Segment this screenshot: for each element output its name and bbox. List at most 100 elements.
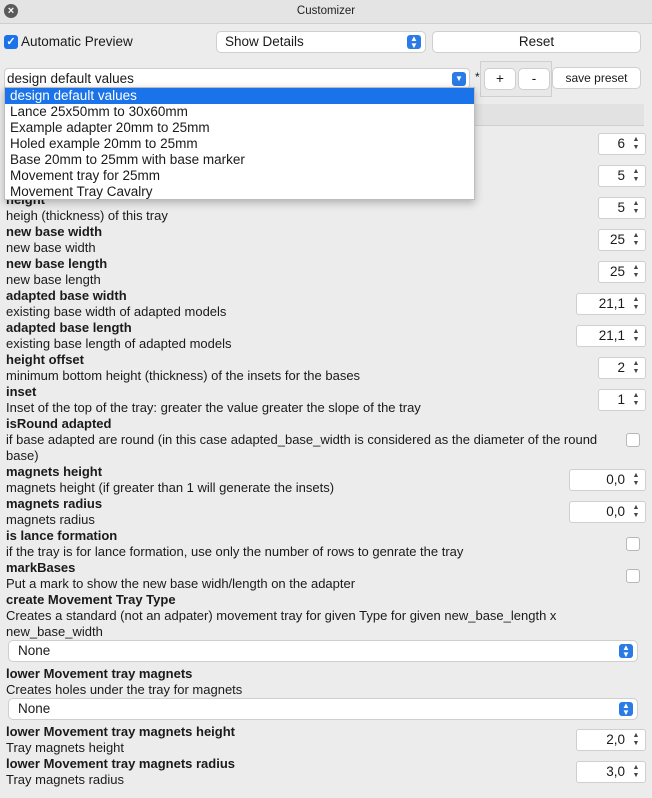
param-row-inset: inset Inset of the top of the tray: grea… [6, 384, 646, 416]
adapted-base-width-field[interactable]: 21,1 ▲ ▼ [576, 293, 646, 315]
preset-option[interactable]: Holed example 20mm to 25mm [5, 136, 474, 152]
preset-option[interactable]: Lance 25x50mm to 30x60mm [5, 104, 474, 120]
save-preset-button[interactable]: save preset [552, 67, 641, 89]
param-value: 1 [617, 392, 625, 407]
stepper-icon[interactable]: ▲ ▼ [630, 200, 642, 216]
param-row-lower-magnets: lower Movement tray magnets Creates hole… [6, 666, 646, 698]
parameter-tabs [474, 104, 644, 126]
stepper-icon[interactable]: ▲ ▼ [630, 392, 642, 408]
stepper-icon[interactable]: ▲ ▼ [630, 732, 642, 748]
param-desc: Creates a standard (not an adpater) move… [6, 608, 557, 639]
preset-select-value: design default values [7, 71, 134, 86]
details-select-value: Show Details [225, 34, 304, 49]
magnets-height-field[interactable]: 0,0 ▲ ▼ [569, 469, 646, 491]
height-offset-field[interactable]: 2 ▲ ▼ [598, 357, 646, 379]
stepper-icon[interactable]: ▲ ▼ [630, 232, 642, 248]
param-name: create Movement Tray Type [6, 592, 176, 607]
param-row-is-round: isRound adapted if base adapted are roun… [6, 416, 646, 464]
param-desc: Creates holes under the tray for magnets [6, 682, 243, 697]
preset-option[interactable]: design default values [5, 88, 474, 104]
preset-select[interactable]: design default values ▼ [4, 68, 470, 89]
param-desc: magnets height (if greater than 1 will g… [6, 480, 335, 495]
chevron-updown-icon: ▲ ▼ [619, 702, 633, 717]
param-number-field[interactable]: 6 ▲ ▼ [598, 133, 646, 155]
param-row-lance-formation: is lance formation if the tray is for la… [6, 528, 646, 560]
param-row-tray-type: create Movement Tray Type Creates a stan… [6, 592, 646, 640]
stepper-icon[interactable]: ▲ ▼ [630, 136, 642, 152]
lower-magnets-height-field[interactable]: 2,0 ▲ ▼ [576, 729, 646, 751]
lower-magnets-select-value: None [18, 701, 51, 716]
reset-button[interactable]: Reset [432, 31, 641, 53]
param-row-lower-magnets-height: lower Movement tray magnets height Tray … [6, 724, 646, 756]
param-row-mark-bases: markBases Put a mark to show the new bas… [6, 560, 646, 592]
preset-option[interactable]: Base 20mm to 25mm with base marker [5, 152, 474, 168]
preset-option[interactable]: Movement tray for 25mm [5, 168, 474, 184]
mark-bases-checkbox[interactable] [626, 569, 640, 583]
stepper-icon[interactable]: ▲ ▼ [630, 328, 642, 344]
inset-field[interactable]: 1 ▲ ▼ [598, 389, 646, 411]
is-round-checkbox[interactable] [626, 433, 640, 447]
new-base-width-field[interactable]: 25 ▲ ▼ [598, 229, 646, 251]
stepper-icon[interactable]: ▲ ▼ [630, 472, 642, 488]
param-value: 2,0 [606, 732, 625, 747]
tray-type-select-value: None [18, 643, 51, 658]
param-desc: existing base width of adapted models [6, 304, 227, 319]
adapted-base-length-field[interactable]: 21,1 ▲ ▼ [576, 325, 646, 347]
stepper-icon[interactable]: ▲ ▼ [630, 504, 642, 520]
magnets-radius-field[interactable]: 0,0 ▲ ▼ [569, 501, 646, 523]
lower-magnets-radius-field[interactable]: 3,0 ▲ ▼ [576, 761, 646, 783]
param-row-height-offset: height offset minimum bottom height (thi… [6, 352, 646, 384]
param-desc: existing base length of adapted models [6, 336, 232, 351]
param-row-new-base-width: new base width new base width 25 ▲ ▼ [6, 224, 646, 256]
stepper-icon[interactable]: ▲ ▼ [630, 168, 642, 184]
preset-option[interactable]: Movement Tray Cavalry [5, 184, 474, 200]
param-value: 5 [617, 200, 625, 215]
param-desc: heigh (thickness) of this tray [6, 208, 168, 223]
param-name: lower Movement tray magnets radius [6, 756, 236, 771]
param-value: 6 [617, 136, 625, 151]
param-name: new base length [6, 256, 108, 271]
lance-formation-checkbox[interactable] [626, 537, 640, 551]
param-row-magnets-height: magnets height magnets height (if greate… [6, 464, 646, 496]
param-value: 0,0 [606, 472, 625, 487]
param-desc: if the tray is for lance formation, use … [6, 544, 464, 559]
param-row-adapted-base-width: adapted base width existing base width o… [6, 288, 646, 320]
param-name: lower Movement tray magnets height [6, 724, 235, 739]
preset-add-remove-group: + - [480, 61, 552, 97]
stepper-icon[interactable]: ▲ ▼ [630, 264, 642, 280]
auto-preview-checkbox[interactable]: ✓ [4, 35, 18, 49]
param-name: is lance formation [6, 528, 118, 543]
param-name: adapted base width [6, 288, 127, 303]
param-value: 21,1 [598, 328, 625, 343]
param-name: inset [6, 384, 37, 399]
param-name: isRound adapted [6, 416, 112, 431]
param-name: height offset [6, 352, 84, 367]
add-preset-button[interactable]: + [484, 68, 516, 90]
preset-option[interactable]: Example adapter 20mm to 25mm [5, 120, 474, 136]
param-name: new base width [6, 224, 103, 239]
param-row-magnets-radius: magnets radius magnets radius 0,0 ▲ ▼ [6, 496, 646, 528]
param-number-field[interactable]: 5 ▲ ▼ [598, 165, 646, 187]
param-desc: if base adapted are round (in this case … [6, 432, 598, 463]
param-value: 5 [617, 168, 625, 183]
param-desc: minimum bottom height (thickness) of the… [6, 368, 361, 383]
param-desc: Tray magnets radius [6, 772, 125, 787]
param-name: markBases [6, 560, 76, 575]
chevron-updown-icon: ▲ ▼ [407, 35, 421, 50]
stepper-icon[interactable]: ▲ ▼ [630, 764, 642, 780]
tray-type-select[interactable]: None ▲ ▼ [8, 640, 638, 662]
height-field[interactable]: 5 ▲ ▼ [598, 197, 646, 219]
details-select[interactable]: Show Details ▲ ▼ [216, 31, 426, 53]
window-title: Customizer [296, 5, 356, 17]
param-value: 2 [617, 360, 625, 375]
remove-preset-button[interactable]: - [518, 68, 550, 90]
new-base-length-field[interactable]: 25 ▲ ▼ [598, 261, 646, 283]
param-value: 3,0 [606, 764, 625, 779]
param-row-lower-magnets-radius: lower Movement tray magnets radius Tray … [6, 756, 646, 788]
preset-dirty-marker: * [475, 70, 480, 84]
param-desc: Put a mark to show the new base widh/len… [6, 576, 356, 591]
param-name: adapted base length [6, 320, 132, 335]
stepper-icon[interactable]: ▲ ▼ [630, 296, 642, 312]
stepper-icon[interactable]: ▲ ▼ [630, 360, 642, 376]
lower-magnets-select[interactable]: None ▲ ▼ [8, 698, 638, 720]
